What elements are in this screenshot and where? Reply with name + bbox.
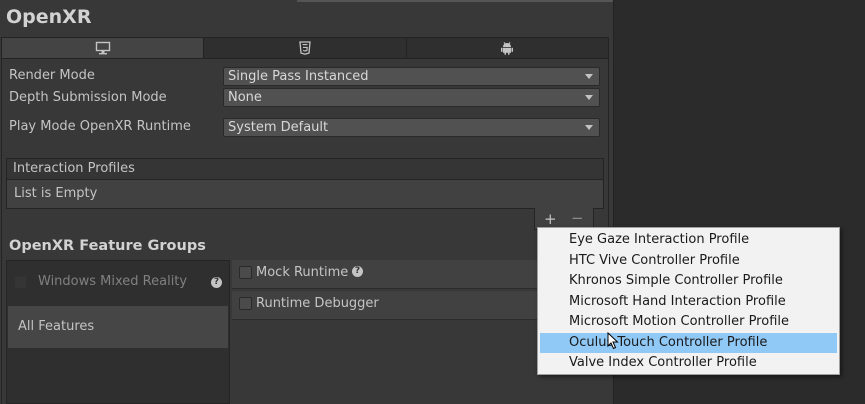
remove-profile-button[interactable]: − (571, 209, 584, 227)
tab-webgl[interactable] (204, 38, 407, 58)
tab-android[interactable] (406, 38, 608, 58)
add-profile-button[interactable]: + (544, 210, 557, 228)
menu-item[interactable]: Khronos Simple Controller Profile (540, 271, 837, 291)
feature-groups-title: OpenXR Feature Groups (9, 238, 206, 254)
menu-item[interactable]: Eye Gaze Interaction Profile (540, 230, 837, 250)
help-icon[interactable]: ? (352, 266, 363, 277)
help-icon[interactable]: ? (211, 277, 222, 288)
menu-item[interactable]: Valve Index Controller Profile (540, 353, 837, 373)
chevron-down-icon (585, 95, 593, 100)
menu-item[interactable]: Microsoft Motion Controller Profile (540, 312, 837, 332)
render-mode-dropdown[interactable]: Single Pass Instanced (223, 67, 600, 86)
chevron-down-icon (585, 125, 593, 130)
menu-item-highlighted[interactable]: Oculus Touch Controller Profile (540, 332, 837, 353)
play-mode-runtime-label: Play Mode OpenXR Runtime (9, 119, 191, 134)
render-mode-label: Render Mode (9, 68, 95, 83)
mock-runtime-checkbox[interactable] (239, 266, 252, 279)
html5-icon (299, 41, 311, 55)
feature-label: Runtime Debugger (256, 296, 379, 311)
group-label: All Features (18, 319, 95, 334)
depth-submission-dropdown[interactable]: None (223, 88, 600, 107)
menu-item[interactable]: Microsoft Hand Interaction Profile (540, 292, 837, 312)
mouse-cursor-icon (607, 332, 619, 350)
group-all-features[interactable]: All Features (8, 306, 228, 348)
page-title: OpenXR (6, 6, 92, 28)
interaction-profiles-header: Interaction Profiles (6, 158, 604, 180)
depth-submission-value: None (228, 90, 262, 105)
top-divider (297, 0, 613, 2)
wmr-checkbox[interactable] (14, 276, 27, 289)
render-mode-value: Single Pass Instanced (228, 69, 369, 84)
play-mode-runtime-dropdown[interactable]: System Default (223, 118, 600, 137)
desktop-icon (95, 41, 110, 55)
tab-desktop[interactable] (2, 38, 205, 58)
platform-tabs (1, 37, 609, 59)
runtime-debugger-checkbox[interactable] (239, 297, 252, 310)
play-mode-runtime-value: System Default (228, 120, 329, 135)
android-icon (501, 41, 514, 55)
group-windows-mixed-reality[interactable]: Windows Mixed Reality ? (6, 266, 230, 300)
interaction-profile-menu: Eye Gaze Interaction Profile HTC Vive Co… (537, 227, 840, 375)
group-label: Windows Mixed Reality (38, 274, 188, 289)
chevron-down-icon (585, 74, 593, 79)
depth-submission-label: Depth Submission Mode (9, 90, 167, 105)
interaction-profiles-list: List is Empty (6, 180, 604, 209)
feature-label: Mock Runtime (256, 265, 349, 280)
openxr-settings-panel: OpenXR Render Mode Single Pass Instanced… (0, 0, 613, 404)
menu-item[interactable]: HTC Vive Controller Profile (540, 251, 837, 271)
